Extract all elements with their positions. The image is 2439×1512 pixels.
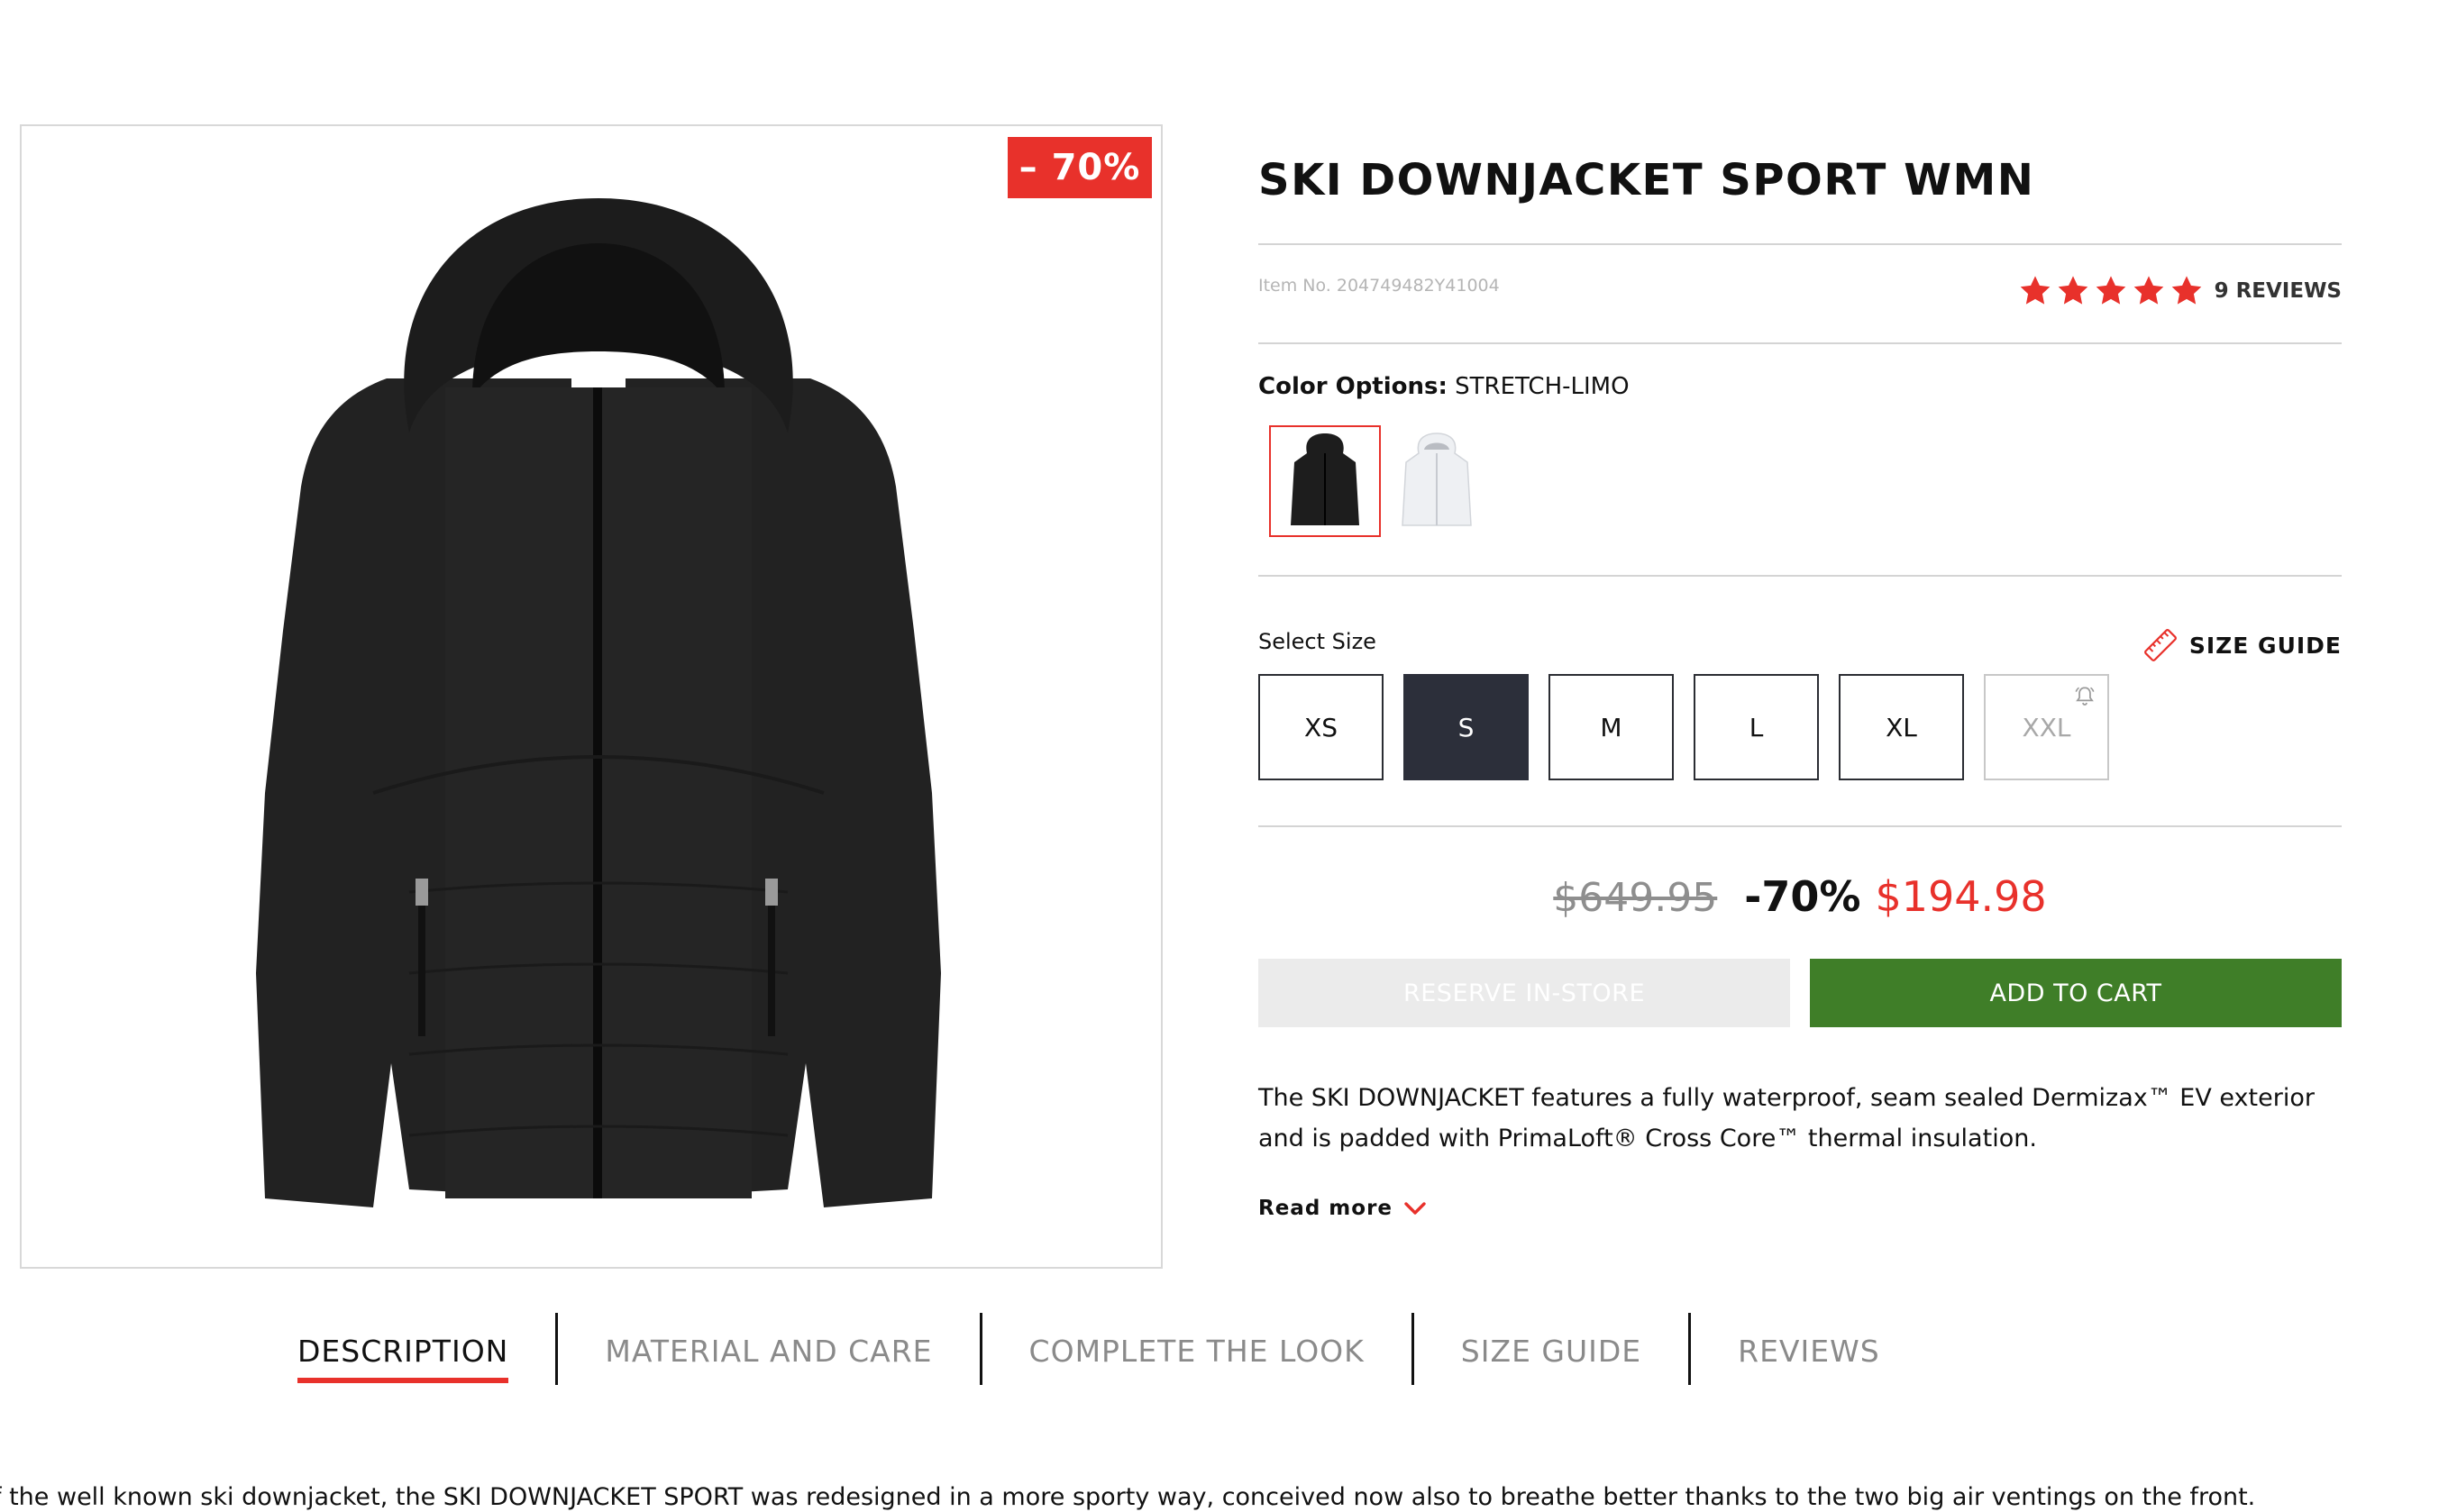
divider — [1258, 825, 2342, 827]
star-icon — [2171, 276, 2201, 305]
rating[interactable]: 9 REVIEWS — [2018, 274, 2342, 308]
size-option-xxl[interactable]: XXL — [1984, 674, 2109, 780]
original-price: $649.95 — [1553, 875, 1718, 921]
tab-description[interactable]: DESCRIPTION — [297, 1316, 509, 1389]
short-description: The SKI DOWNJACKET features a fully wate… — [1258, 1084, 2315, 1152]
product-title: SKI DOWNJACKET SPORT WMN — [1258, 155, 2035, 205]
long-description: f the well known ski downjacket, the SKI… — [0, 1483, 2256, 1511]
tab-divider — [555, 1312, 559, 1385]
jacket-image[interactable] — [229, 162, 968, 1225]
divider — [1258, 575, 2342, 577]
jacket-thumbnail-white — [1402, 433, 1472, 526]
product-tabs: DESCRIPTION MATERIAL AND CARE COMPLETE T… — [297, 1312, 1880, 1389]
product-image-frame[interactable]: – 70% — [20, 124, 1163, 1269]
color-options-label: Color Options: — [1258, 373, 1448, 400]
price-block: $649.95 -70% $194.98 — [1258, 872, 2342, 921]
discount-badge: – 70% — [1008, 137, 1152, 198]
divider — [1258, 243, 2342, 245]
size-guide-label: SIZE GUIDE — [2188, 632, 2342, 659]
size-option-xs[interactable]: XS — [1258, 674, 1384, 780]
select-size-label: Select Size — [1258, 629, 1376, 654]
color-swatch-white[interactable] — [1381, 425, 1493, 537]
size-guide-link[interactable]: SIZE GUIDE — [2141, 625, 2342, 665]
discount-percent: -70% — [1744, 872, 1861, 921]
tab-divider — [1411, 1312, 1414, 1385]
tab-size-guide[interactable]: SIZE GUIDE — [1461, 1316, 1641, 1389]
reserve-in-store-button[interactable]: RESERVE IN-STORE — [1258, 959, 1790, 1027]
item-number: Item No. 204749482Y41004 — [1258, 276, 1500, 296]
star-icon — [2020, 276, 2050, 305]
size-option-s[interactable]: S — [1403, 674, 1529, 780]
notify-bell-icon[interactable] — [2073, 685, 2096, 708]
read-more-link[interactable]: Read more — [1258, 1197, 1427, 1220]
tab-material-and-care[interactable]: MATERIAL AND CARE — [605, 1316, 932, 1389]
tab-complete-the-look[interactable]: COMPLETE THE LOOK — [1029, 1316, 1365, 1389]
color-options-row: Color Options: STRETCH-LIMO — [1258, 373, 1630, 400]
ruler-icon — [2143, 629, 2177, 661]
size-option-m[interactable]: M — [1548, 674, 1674, 780]
star-icon — [2096, 276, 2125, 305]
read-more-label: Read more — [1258, 1197, 1393, 1220]
tab-reviews[interactable]: REVIEWS — [1738, 1316, 1880, 1389]
star-icon — [2133, 276, 2163, 305]
tab-divider — [1688, 1312, 1692, 1385]
size-option-xl[interactable]: XL — [1839, 674, 1964, 780]
jacket-thumbnail-black — [1291, 433, 1359, 525]
color-swatch-black[interactable] — [1269, 425, 1381, 537]
chevron-down-icon — [1404, 1202, 1426, 1215]
size-selector: XS S M L XL XXL — [1258, 674, 2109, 780]
reviews-count-link[interactable]: 9 REVIEWS — [2215, 279, 2342, 303]
star-icon — [2058, 276, 2087, 305]
color-selected-value: STRETCH-LIMO — [1455, 373, 1630, 400]
add-to-cart-button[interactable]: ADD TO CART — [1810, 959, 2342, 1027]
sale-price: $194.98 — [1875, 872, 2047, 921]
size-option-xxl-label: XXL — [2022, 712, 2071, 742]
tab-divider — [979, 1312, 982, 1385]
size-option-l[interactable]: L — [1694, 674, 1819, 780]
divider — [1258, 342, 2342, 344]
